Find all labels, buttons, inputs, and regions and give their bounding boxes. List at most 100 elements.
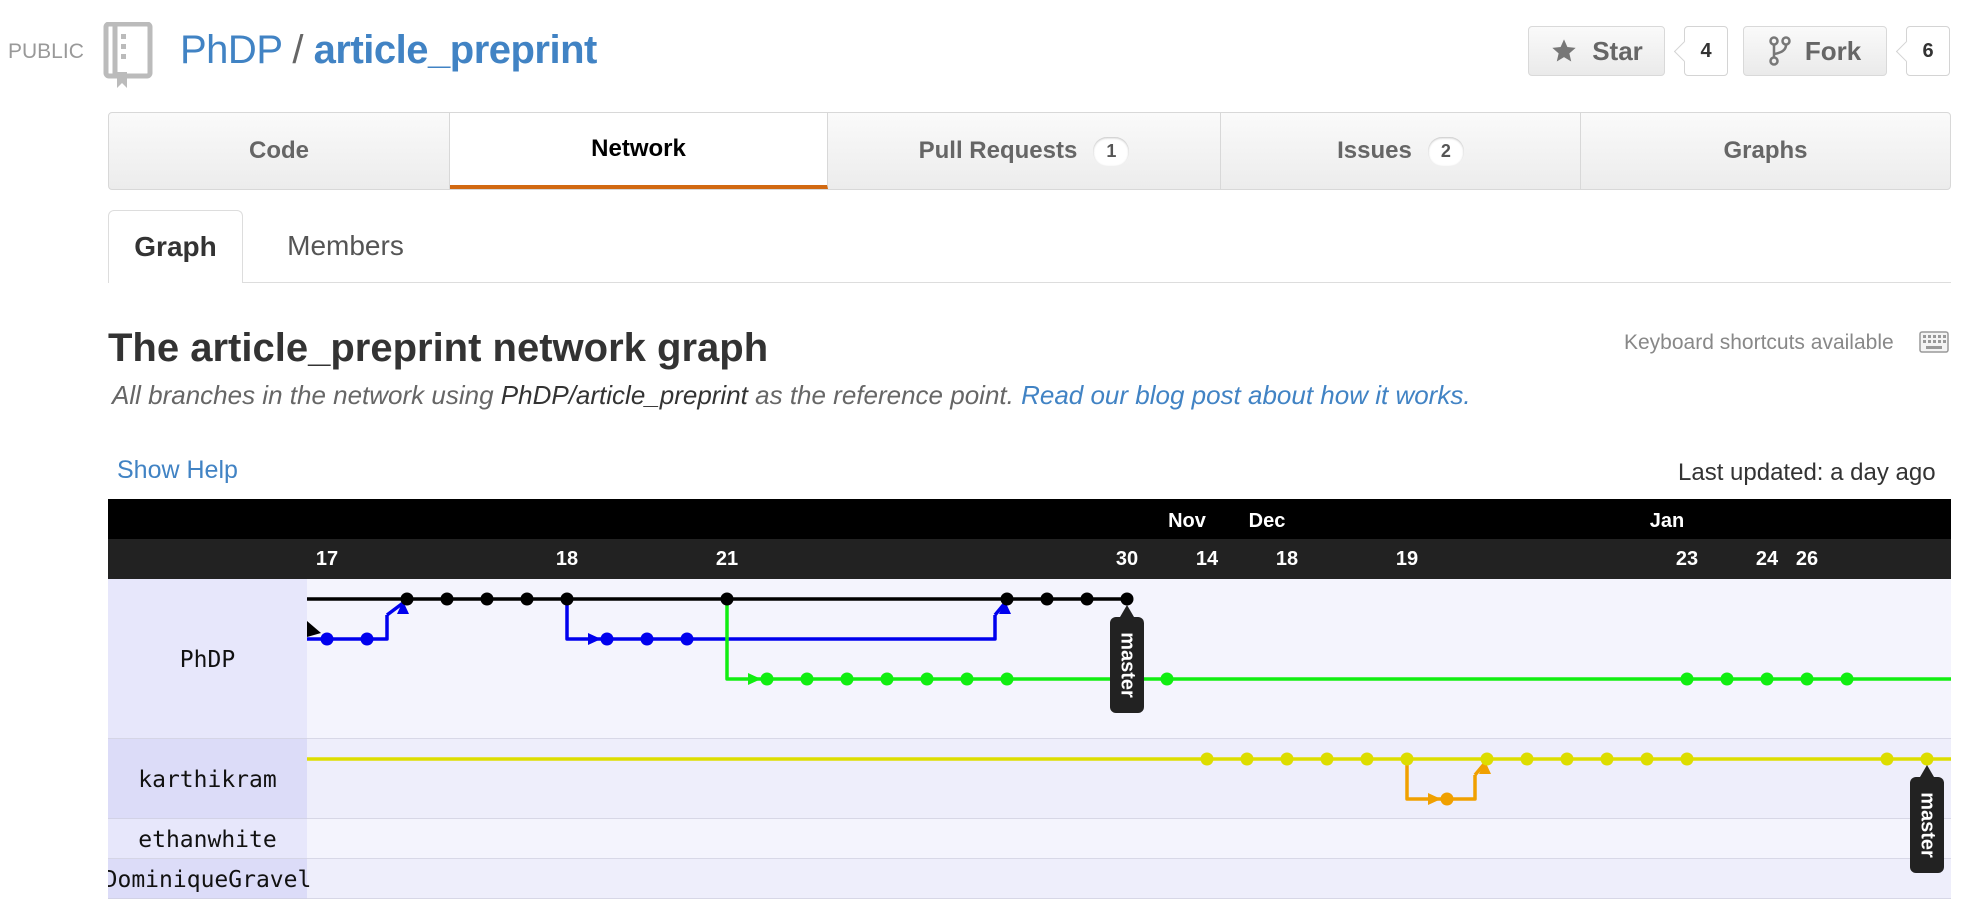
user-band: [307, 819, 1951, 859]
network-description: All branches in the network using PhDP/a…: [112, 380, 1471, 411]
star-button[interactable]: Star: [1528, 26, 1665, 76]
branch-tag-label: master: [1917, 792, 1939, 858]
tab-code[interactable]: Code: [109, 113, 450, 189]
tab-label: Network: [591, 135, 686, 162]
desc-prefix: All branches in the network using: [112, 380, 501, 410]
tab-label: Code: [249, 137, 309, 164]
user-name: ethanwhite: [138, 827, 276, 853]
commit-dot: [680, 632, 694, 646]
tab-label: Pull Requests: [918, 137, 1078, 164]
star-icon: [1552, 39, 1576, 62]
keyboard-shortcuts-link[interactable]: Keyboard shortcuts available: [1624, 331, 1894, 355]
network-subnav: Graph Members: [108, 210, 1951, 283]
commit-dot: [1400, 752, 1414, 766]
day-label: 23: [1676, 548, 1698, 570]
graph-day-bar: [108, 539, 1951, 579]
commit-dot: [1600, 752, 1614, 766]
tab-issues[interactable]: Issues 2: [1221, 113, 1581, 189]
commit-dot: [1200, 752, 1214, 766]
issues-count: 2: [1427, 136, 1464, 166]
commit-dot: [920, 672, 934, 686]
commit-dot: [1320, 752, 1334, 766]
commit-dot: [720, 592, 734, 606]
commit-dot: [320, 632, 334, 646]
commit-dot: [1560, 752, 1574, 766]
month-label: Jan: [1650, 510, 1684, 532]
commit-dot: [840, 672, 854, 686]
month-label: Dec: [1249, 510, 1286, 532]
branch-tag: master: [1910, 765, 1944, 873]
desc-mid: as the reference point.: [747, 380, 1022, 410]
commit-dot: [1800, 672, 1814, 686]
commit-dot: [480, 592, 494, 606]
fork-count[interactable]: 6: [1906, 26, 1950, 76]
day-label: 30: [1116, 548, 1138, 570]
month-label: Nov: [1168, 510, 1207, 532]
commit-dot: [1680, 672, 1694, 686]
commit-dot: [1000, 672, 1014, 686]
fork-label: Fork: [1804, 35, 1862, 66]
desc-reference: PhDP/article_preprint: [500, 380, 748, 410]
repo-link[interactable]: article_preprint: [314, 28, 598, 72]
commit-dot: [1360, 752, 1374, 766]
commit-dot: [800, 672, 814, 686]
commit-dot: [1920, 752, 1934, 766]
owner-link[interactable]: PhDP: [180, 28, 282, 72]
commit-dot: [1760, 672, 1774, 686]
commit-dot: [1000, 592, 1014, 606]
day-label: 18: [556, 548, 578, 570]
user-band: [307, 739, 1951, 819]
commit-dot: [1280, 752, 1294, 766]
commit-dot: [1640, 752, 1654, 766]
star-count[interactable]: 4: [1684, 26, 1728, 76]
branch-tag: master: [1110, 605, 1144, 713]
star-label: Star: [1592, 35, 1643, 66]
tab-graphs[interactable]: Graphs: [1581, 113, 1950, 189]
fork-button[interactable]: Fork: [1743, 26, 1887, 76]
commit-dot: [1440, 792, 1454, 806]
commit-dot: [960, 672, 974, 686]
repo-icon: [103, 22, 153, 88]
commit-dot: [1160, 672, 1174, 686]
tab-pull-requests[interactable]: Pull Requests 1: [828, 113, 1221, 189]
page-title: The article_preprint network graph: [108, 326, 769, 370]
commit-dot: [1040, 592, 1054, 606]
day-label: 14: [1196, 548, 1219, 570]
commit-dot: [1840, 672, 1854, 686]
user-name: karthikram: [138, 767, 276, 793]
network-graph[interactable]: Nov Dec Jan 17 18 21 30 14 18 19 23 24 26 PhDP karthik…: [108, 499, 1951, 899]
subtab-graph[interactable]: Graph: [108, 210, 243, 283]
commit-dot: [1520, 752, 1534, 766]
title-separator: /: [292, 28, 304, 72]
commit-dot: [520, 592, 534, 606]
commit-dot: [400, 592, 414, 606]
day-label: 18: [1276, 548, 1298, 570]
commit-dot: [440, 592, 454, 606]
commit-dot: [1080, 592, 1094, 606]
commit-dot: [360, 632, 374, 646]
show-help-link[interactable]: Show Help: [117, 456, 238, 485]
tab-network[interactable]: Network: [450, 113, 828, 189]
subtab-members[interactable]: Members: [243, 210, 448, 282]
pull-requests-count: 1: [1093, 136, 1130, 166]
fork-icon: [1769, 36, 1791, 66]
repo-title: PhDP / article_preprint: [180, 28, 597, 73]
tab-label: Issues: [1337, 137, 1412, 164]
commit-dot: [1720, 672, 1734, 686]
blog-post-link[interactable]: Read our blog post about how it works.: [1021, 380, 1470, 410]
day-label: 26: [1796, 548, 1818, 570]
day-label: 21: [716, 548, 738, 570]
commit-dot: [560, 592, 574, 606]
visibility-label: PUBLIC: [8, 40, 84, 63]
tab-label: Graphs: [1723, 137, 1808, 164]
commit-dot: [1880, 752, 1894, 766]
user-name: PhDP: [180, 647, 235, 673]
commit-dot: [1480, 752, 1494, 766]
day-label: 17: [316, 548, 338, 570]
keyboard-icon[interactable]: [1919, 331, 1949, 353]
commit-dot: [1120, 592, 1134, 606]
day-label: 24: [1756, 548, 1779, 570]
branch-tag-label: master: [1117, 632, 1139, 698]
user-name: DominiqueGravel: [108, 867, 311, 893]
commit-dot: [1680, 752, 1694, 766]
